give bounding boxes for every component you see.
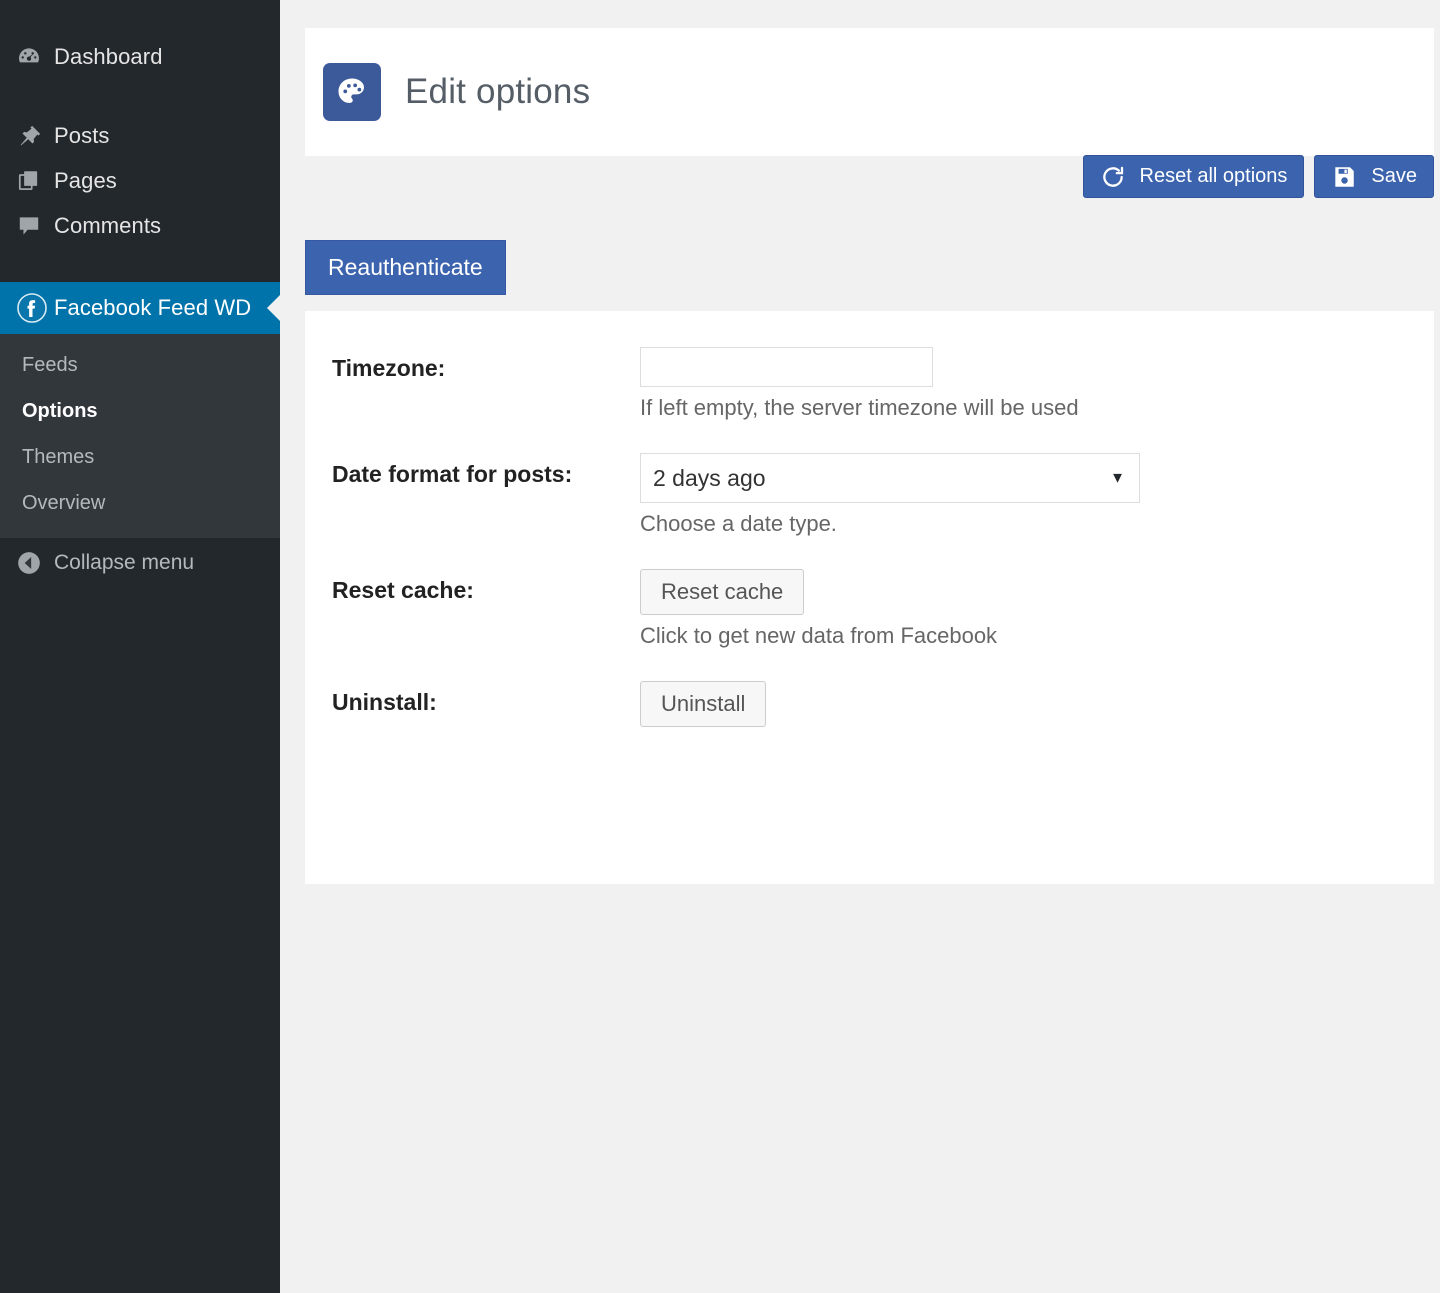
sidebar-item-pages[interactable]: Pages [0, 158, 280, 203]
sidebar-item-facebook-feed-wd[interactable]: Facebook Feed WD [0, 282, 281, 334]
page-header-panel: Edit options [305, 28, 1434, 156]
sidebar-item-posts[interactable]: Posts [0, 113, 280, 158]
date-format-selected-value: 2 days ago [653, 464, 766, 491]
collapse-left-arrow-icon [16, 550, 54, 576]
sidebar-item-label: Dashboard [54, 43, 163, 69]
reauthenticate-button[interactable]: Reauthenticate [305, 240, 506, 295]
admin-sidebar: Dashboard Posts Pages Comments Facebook … [0, 0, 281, 1293]
uninstall-label: Uninstall: [332, 689, 437, 715]
reset-cache-label: Reset cache: [332, 577, 474, 603]
page-actions: Reset all options Save [1082, 155, 1434, 198]
uninstall-button[interactable]: Uninstall [640, 681, 767, 727]
pages-icon [16, 168, 54, 194]
facebook-icon [16, 292, 54, 324]
pin-icon [16, 123, 54, 149]
reset-all-options-label: Reset all options [1139, 165, 1288, 187]
date-format-hint: Choose a date type. [640, 511, 837, 536]
refresh-circular-arrow-icon [1100, 164, 1126, 190]
timezone-label: Timezone: [332, 355, 446, 381]
form-row-uninstall: Uninstall: Uninstall [305, 675, 1434, 753]
reset-all-options-button[interactable]: Reset all options [1082, 155, 1305, 198]
form-row-timezone: Timezone: If left empty, the server time… [305, 341, 1434, 447]
sidebar-item-comments[interactable]: Comments [0, 203, 280, 248]
palette-icon [323, 63, 381, 121]
sidebar-item-dashboard[interactable]: Dashboard [0, 34, 280, 79]
collapse-menu-button[interactable]: Collapse menu [0, 538, 280, 588]
collapse-menu-label: Collapse menu [54, 551, 195, 574]
admin-screen: Dashboard Posts Pages Comments Facebook … [0, 0, 1440, 1293]
reauthenticate-wrap: Reauthenticate [305, 240, 506, 295]
dashboard-gauge-icon [16, 44, 54, 70]
reset-cache-button[interactable]: Reset cache [640, 569, 805, 615]
facebook-feed-submenu: Feeds Options Themes Overview [0, 334, 280, 538]
submenu-item-options[interactable]: Options [0, 388, 280, 434]
chevron-down-icon: ▼ [1110, 469, 1125, 487]
submenu-item-feeds[interactable]: Feeds [0, 342, 280, 388]
submenu-item-overview[interactable]: Overview [0, 480, 280, 526]
date-format-select[interactable]: 2 days ago ▼ [640, 453, 1140, 503]
floppy-disk-icon [1331, 164, 1357, 190]
sidebar-item-label: Posts [54, 122, 110, 148]
sidebar-item-label: Comments [54, 212, 162, 238]
save-label: Save [1371, 165, 1417, 187]
comment-bubble-icon [16, 213, 54, 239]
save-button[interactable]: Save [1314, 155, 1434, 198]
sidebar-item-label: Facebook Feed WD [54, 295, 252, 320]
active-item-arrow [267, 294, 281, 322]
form-row-reset-cache: Reset cache: Reset cache Click to get ne… [305, 563, 1434, 675]
page-title: Edit options [405, 72, 591, 111]
date-format-label: Date format for posts: [332, 461, 573, 487]
sidebar-item-label: Pages [54, 167, 117, 193]
timezone-hint: If left empty, the server timezone will … [640, 395, 1079, 420]
submenu-item-themes[interactable]: Themes [0, 434, 280, 480]
form-row-date-format: Date format for posts: 2 days ago ▼ Choo… [305, 447, 1434, 563]
options-form-table: Timezone: If left empty, the server time… [305, 341, 1434, 753]
reset-cache-hint: Click to get new data from Facebook [640, 623, 998, 648]
options-form-panel: Timezone: If left empty, the server time… [305, 311, 1434, 884]
timezone-input[interactable] [640, 347, 933, 387]
main-content: Edit options Reset all options Save Reau… [280, 0, 1440, 1293]
